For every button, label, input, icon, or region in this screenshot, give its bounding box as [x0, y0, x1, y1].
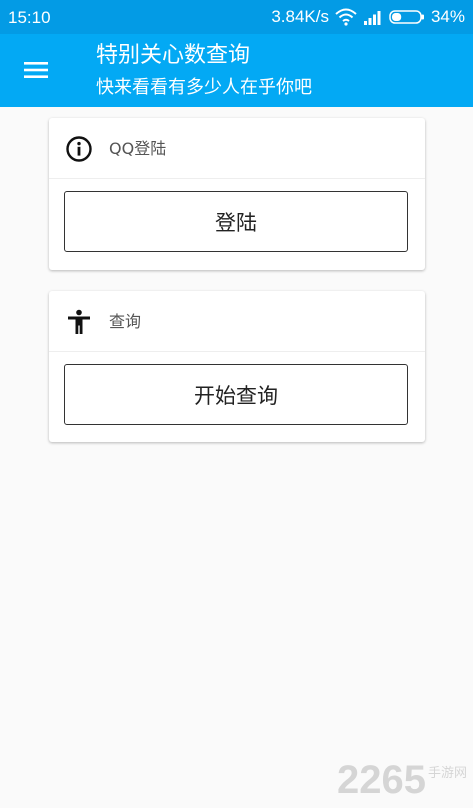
query-card: 查询 开始查询 — [49, 291, 425, 442]
battery-icon — [389, 9, 425, 25]
start-query-button[interactable]: 开始查询 — [64, 364, 408, 425]
wifi-icon — [335, 8, 357, 26]
status-right-group: 3.84K/s 34% — [271, 7, 465, 27]
qq-login-card: QQ登陆 登陆 — [49, 118, 425, 270]
status-bar: 15:10 3.84K/s 34% — [0, 0, 473, 34]
page-subtitle: 快来看看有多少人在乎你吧 — [96, 77, 312, 98]
accessibility-person-icon — [68, 309, 90, 334]
app-toolbar: 特别关心数查询 快来看看有多少人在乎你吧 — [0, 34, 473, 107]
site-watermark: 2265 手游网 — [337, 760, 467, 800]
watermark-text: 手游网 — [427, 766, 467, 781]
card-label: 查询 — [109, 312, 142, 331]
menu-button[interactable] — [14, 54, 58, 86]
hamburger-menu-icon — [24, 62, 48, 78]
battery-percent: 34% — [430, 7, 465, 26]
watermark-number: 2265 — [337, 758, 426, 802]
status-time: 15:10 — [8, 8, 51, 27]
network-speed: 3.84K/s — [271, 7, 329, 26]
page-title: 特别关心数查询 — [96, 43, 251, 68]
card-label: QQ登陆 — [109, 139, 167, 158]
info-icon — [66, 136, 92, 162]
login-button[interactable]: 登陆 — [64, 191, 408, 252]
card-header: QQ登陆 — [49, 118, 425, 179]
signal-icon — [363, 9, 383, 25]
card-header: 查询 — [49, 291, 425, 352]
